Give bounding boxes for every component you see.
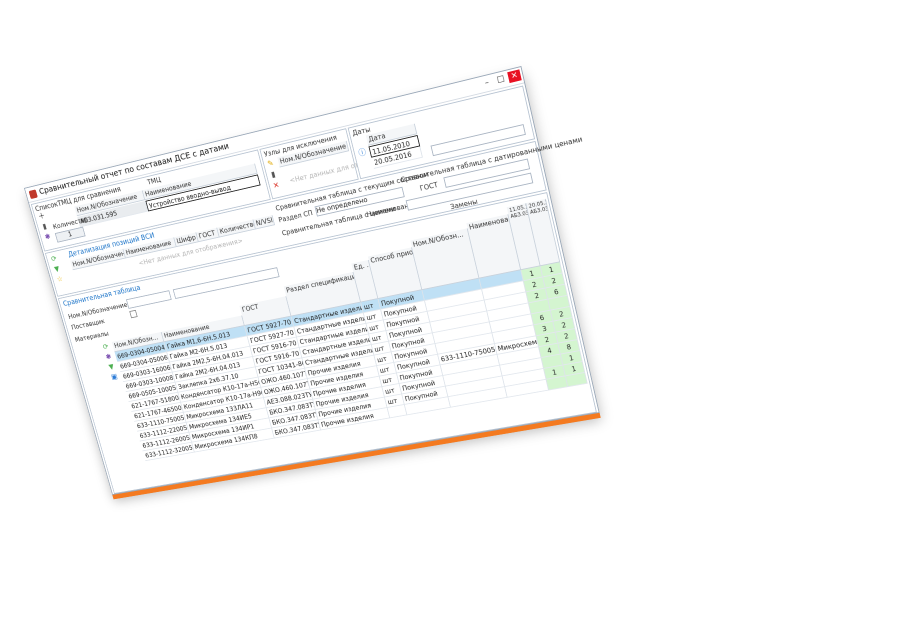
row-qty-date1[interactable] — [547, 376, 569, 390]
tree-icon[interactable]: ✱ — [104, 353, 113, 362]
close-button[interactable]: ✕ — [507, 69, 522, 83]
maximize-button[interactable]: □ — [493, 73, 508, 87]
export-icon[interactable]: ▣ — [110, 373, 119, 382]
materials-label: Материалы — [74, 330, 109, 344]
delete-icon[interactable]: ▮ — [40, 222, 49, 232]
info-icon[interactable]: ⓘ — [357, 148, 367, 158]
tmc-header: ТМЦ — [146, 176, 161, 187]
section-label: Раздел СП — [278, 209, 314, 224]
supplier-label: Поставщик — [71, 317, 106, 331]
funnel-icon[interactable]: ▼ — [52, 265, 61, 274]
vsi-col-qty[interactable]: Количество — [217, 219, 256, 237]
filter-icon[interactable]: ✱ — [43, 233, 52, 242]
filter-table-icon[interactable]: ▼ — [107, 363, 116, 372]
report-window: Сравнительный отчет по составам ДСЕ с да… — [24, 66, 600, 495]
refresh-icon[interactable]: ⟳ — [50, 255, 59, 264]
add-icon[interactable]: ＋ — [37, 212, 46, 222]
screenshot-stage: Сравнительный отчет по составам ДСЕ с да… — [0, 0, 905, 642]
add-node-icon[interactable]: ✎ — [266, 159, 276, 169]
vsi-col-no[interactable]: N/VSI — [253, 215, 275, 229]
vsi-toolbar: ⟳ ▼ ☆ — [50, 254, 66, 284]
star-icon[interactable]: ☆ — [55, 275, 64, 284]
remove-icon[interactable]: ✕ — [271, 181, 281, 191]
app-icon — [29, 189, 38, 199]
minimize-button[interactable]: – — [480, 76, 494, 90]
refresh-table-icon[interactable]: ⟳ — [101, 343, 110, 352]
row-qty-date2[interactable] — [566, 373, 588, 387]
trash-icon[interactable]: ▮ — [269, 170, 279, 180]
gost-label: ГОСТ — [419, 181, 439, 193]
vsi-col-code[interactable]: Шифр — [174, 232, 199, 247]
vsi-col-gost[interactable]: ГОСТ — [196, 228, 219, 242]
tmc-toolbar: ＋ ▮ ✱ — [37, 212, 55, 249]
